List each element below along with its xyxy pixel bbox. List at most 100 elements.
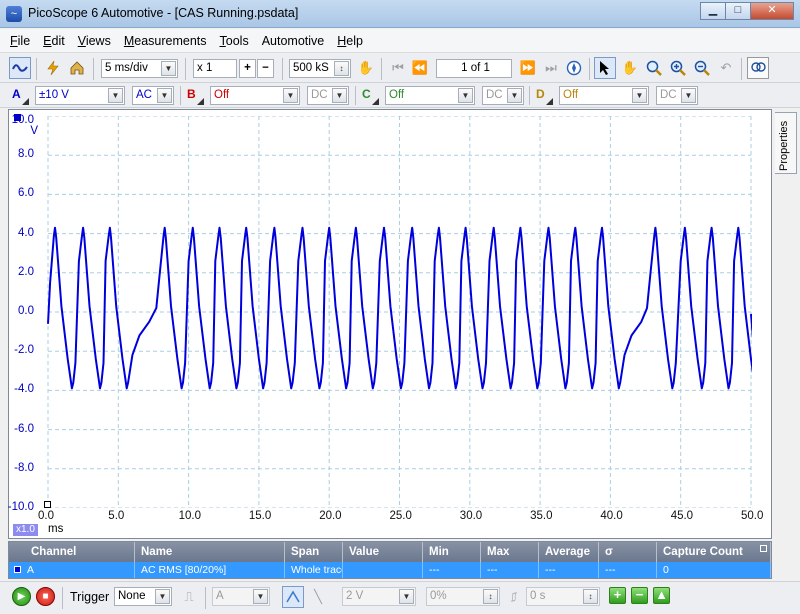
- y-tick-label: -2.0: [14, 344, 34, 357]
- trigger-channel-value: A: [216, 590, 224, 602]
- sample-count-field[interactable]: 500 kS ↕: [289, 59, 351, 78]
- delay-icon[interactable]: ⎎: [503, 586, 525, 608]
- zoom-out-icon[interactable]: [691, 57, 713, 79]
- channel-coupling-value: DC: [486, 89, 503, 101]
- toolbar-separator: [355, 86, 356, 105]
- toolbar-separator: [180, 86, 181, 105]
- start-capture-button[interactable]: ▶: [12, 587, 31, 606]
- zoom-select-icon[interactable]: [643, 57, 665, 79]
- menu-views[interactable]: Views: [78, 34, 111, 48]
- zoom-in-stepper[interactable]: +: [239, 59, 256, 78]
- x-tick-label: 0.0: [38, 510, 54, 522]
- add-measurement-button[interactable]: +: [609, 587, 626, 604]
- auto-setup-icon[interactable]: [42, 57, 64, 79]
- pretrigger-field[interactable]: 0% ↕: [426, 587, 500, 606]
- channel-b-range-select[interactable]: Off ▼: [210, 86, 300, 105]
- menu-help[interactable]: Help: [337, 34, 363, 48]
- menu-measurements[interactable]: Measurements: [124, 34, 207, 48]
- falling-edge-icon[interactable]: ╲: [307, 586, 329, 608]
- rising-edge-icon[interactable]: [282, 586, 304, 608]
- remove-measurement-button[interactable]: −: [631, 587, 648, 604]
- spinner-icon: ↕: [334, 61, 349, 76]
- column-header[interactable]: Span: [285, 542, 343, 562]
- chevron-down-icon: ▼: [157, 88, 172, 103]
- chevron-down-icon: ▼: [332, 88, 347, 103]
- pretrigger-value: 0%: [430, 590, 447, 602]
- column-header[interactable]: Capture Count: [657, 542, 771, 562]
- last-page-icon[interactable]: ⏭: [540, 57, 562, 79]
- ruler-handle[interactable]: [44, 501, 51, 508]
- waveform-plot[interactable]: [36, 116, 752, 508]
- table-row[interactable]: A AC RMS [80/20%] Whole trace --- --- --- --- 0: [9, 562, 771, 578]
- menu-edit[interactable]: Edit: [43, 34, 65, 48]
- trigger-channel-select[interactable]: A ▼: [212, 587, 270, 606]
- column-header[interactable]: Value: [343, 542, 423, 562]
- column-header[interactable]: Name: [135, 542, 285, 562]
- menu-tools[interactable]: Tools: [220, 34, 249, 48]
- home-icon[interactable]: [66, 57, 88, 79]
- column-header[interactable]: Max: [481, 542, 539, 562]
- channel-c-coupling-select[interactable]: DC ▼: [482, 86, 524, 105]
- chevron-down-icon: ▼: [507, 88, 522, 103]
- hand-tool-icon[interactable]: ✋: [619, 57, 641, 79]
- close-button[interactable]: ✕: [750, 2, 794, 20]
- stop-capture-button[interactable]: ■: [36, 587, 55, 606]
- measurements-close-icon[interactable]: [760, 545, 767, 552]
- channel-a-range-select[interactable]: ±10 V ▼: [35, 86, 125, 105]
- menu-accelerator: F: [10, 33, 18, 48]
- pointer-tool-icon[interactable]: [594, 57, 616, 79]
- channel-a-coupling-select[interactable]: AC ▼: [132, 86, 174, 105]
- channel-d-label[interactable]: D: [536, 87, 545, 101]
- advanced-trigger-icon[interactable]: ⎍: [178, 586, 200, 608]
- edit-measurement-button[interactable]: ▲: [653, 587, 670, 604]
- hand-icon-disabled[interactable]: ✋: [355, 57, 377, 79]
- zoom-factor-field[interactable]: x 1: [193, 59, 237, 78]
- zoom-overview-icon[interactable]: [747, 57, 769, 79]
- channel-b-label[interactable]: B: [187, 87, 196, 101]
- maximize-button[interactable]: □: [725, 2, 751, 20]
- menu-label: iews: [85, 33, 111, 48]
- compass-icon[interactable]: [563, 57, 585, 79]
- trigger-threshold-field[interactable]: 2 V ▼: [342, 587, 416, 606]
- timebase-select[interactable]: 5 ms/div ▼: [101, 59, 178, 78]
- x-axis-unit: ms: [48, 523, 64, 535]
- menu-label: easurements: [134, 33, 207, 48]
- menu-label: ools: [225, 33, 249, 48]
- menu-automotive[interactable]: Automotive: [262, 34, 325, 48]
- trigger-mode-select[interactable]: None ▼: [114, 587, 172, 606]
- undo-zoom-icon[interactable]: ↶: [715, 57, 737, 79]
- chevron-down-icon: ▼: [161, 61, 176, 76]
- menu-file[interactable]: File: [10, 34, 30, 48]
- table-cell: 0: [657, 562, 771, 578]
- channel-d-coupling-select[interactable]: DC ▼: [656, 86, 698, 105]
- table-cell: A: [9, 562, 135, 578]
- x-tick-label: 25.0: [389, 510, 412, 522]
- channel-b-coupling-select[interactable]: DC ▼: [307, 86, 349, 105]
- y-tick-label: -6.0: [14, 422, 34, 435]
- channel-c-label[interactable]: C: [362, 87, 371, 101]
- channel-a-label[interactable]: A: [12, 87, 21, 101]
- column-header[interactable]: Average: [539, 542, 599, 562]
- trigger-delay-field[interactable]: 0 s ↕: [526, 587, 600, 606]
- column-header[interactable]: Channel: [9, 542, 135, 562]
- previous-page-icon[interactable]: ⏪: [409, 57, 431, 79]
- properties-tab[interactable]: Properties: [775, 112, 797, 174]
- zoom-in-icon[interactable]: [667, 57, 689, 79]
- column-header[interactable]: σ: [599, 542, 657, 562]
- minimize-button[interactable]: ▁: [700, 2, 726, 20]
- x-zoom-badge[interactable]: x1.0: [13, 524, 38, 536]
- menu-bar: File Edit Views Measurements Tools Automotive…: [0, 29, 800, 53]
- column-header[interactable]: Min: [423, 542, 481, 562]
- menu-accelerator: H: [337, 33, 347, 48]
- first-page-icon[interactable]: ⏮: [387, 57, 409, 79]
- zoom-out-stepper[interactable]: −: [257, 59, 274, 78]
- y-tick-label: 6.0: [18, 187, 34, 200]
- next-page-icon[interactable]: ⏩: [517, 57, 539, 79]
- menu-accelerator: E: [43, 33, 52, 48]
- channel-d-range-select[interactable]: Off ▼: [559, 86, 649, 105]
- x-tick-label: 5.0: [108, 510, 125, 522]
- page-counter[interactable]: 1 of 1: [436, 59, 512, 78]
- channel-c-range-select[interactable]: Off ▼: [385, 86, 475, 105]
- x-tick-label: 10.0: [178, 510, 201, 522]
- scope-mode-icon[interactable]: [9, 57, 31, 79]
